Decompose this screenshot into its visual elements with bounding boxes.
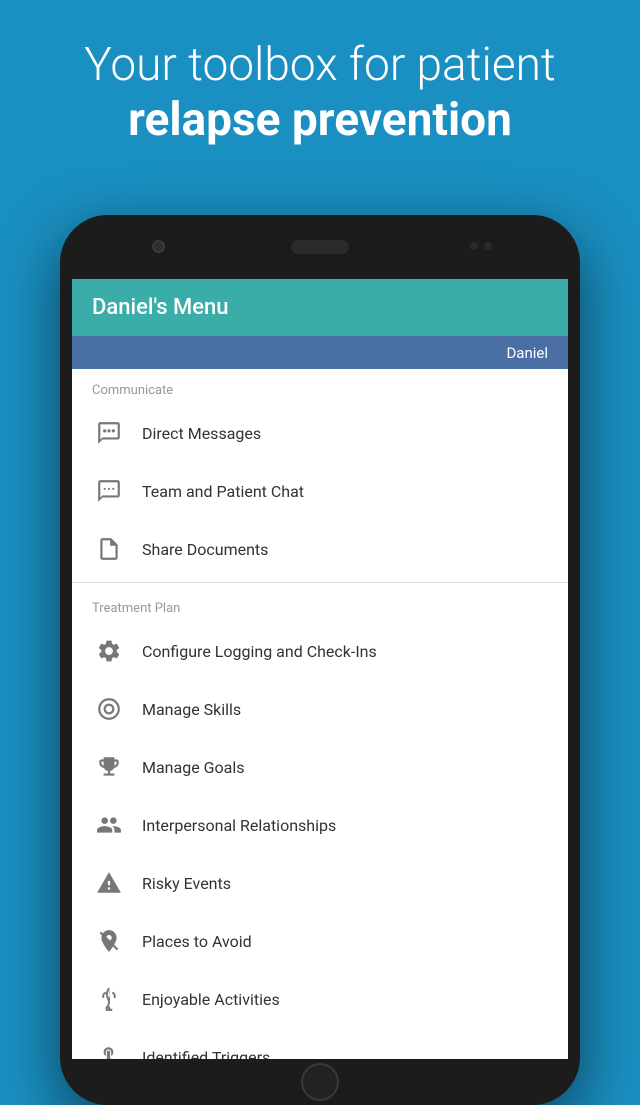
enjoyable-activities-label: Enjoyable Activities [142, 990, 280, 1009]
share-documents-icon [92, 532, 126, 566]
section-divider [72, 582, 568, 583]
menu-content: Communicate Direct Messages [72, 369, 568, 1059]
manage-goals-label: Manage Goals [142, 758, 245, 777]
team-patient-chat-label: Team and Patient Chat [142, 482, 304, 501]
section-header-treatment: Treatment Plan [72, 587, 568, 622]
menu-item-manage-skills[interactable]: Manage Skills [72, 680, 568, 738]
menu-item-manage-goals[interactable]: Manage Goals [72, 738, 568, 796]
section-header-communicate: Communicate [72, 369, 568, 404]
phone-container: Daniel's Menu Daniel Communicate [60, 215, 580, 1105]
share-documents-label: Share Documents [142, 540, 268, 559]
direct-messages-label: Direct Messages [142, 424, 261, 443]
hero-section: Your toolbox for patient relapse prevent… [0, 0, 640, 158]
menu-item-places-to-avoid[interactable]: Places to Avoid [72, 912, 568, 970]
menu-item-configure-logging[interactable]: Configure Logging and Check-Ins [72, 622, 568, 680]
menu-item-direct-messages[interactable]: Direct Messages [72, 404, 568, 462]
manage-skills-label: Manage Skills [142, 700, 241, 719]
menu-item-identified-triggers[interactable]: Identified Triggers [72, 1028, 568, 1059]
menu-item-share-documents[interactable]: Share Documents [72, 520, 568, 578]
team-patient-chat-icon [92, 474, 126, 508]
app-subheader: Daniel [72, 336, 568, 369]
configure-logging-icon [92, 634, 126, 668]
manage-skills-icon [92, 692, 126, 726]
hero-line1: Your toolbox for patient [84, 38, 555, 92]
front-camera [152, 240, 165, 253]
section-communicate: Communicate Direct Messages [72, 369, 568, 578]
menu-item-enjoyable-activities[interactable]: Enjoyable Activities [72, 970, 568, 1028]
speaker-grill [291, 240, 349, 254]
places-to-avoid-label: Places to Avoid [142, 932, 252, 951]
phone-shell: Daniel's Menu Daniel Communicate [60, 215, 580, 1105]
interpersonal-icon [92, 808, 126, 842]
enjoyable-activities-icon [92, 982, 126, 1016]
identified-triggers-icon [92, 1040, 126, 1059]
app-header: Daniel's Menu [72, 279, 568, 336]
direct-messages-icon [92, 416, 126, 450]
username: Daniel [506, 344, 548, 362]
places-to-avoid-icon [92, 924, 126, 958]
menu-item-risky-events[interactable]: Risky Events [72, 854, 568, 912]
phone-top-bar [60, 215, 580, 279]
sensors-area [470, 242, 492, 250]
section-treatment-plan: Treatment Plan Configure Logging and Che… [72, 587, 568, 1059]
hero-title: Your toolbox for patient relapse prevent… [40, 38, 600, 148]
menu-title: Daniel's Menu [92, 295, 548, 320]
menu-item-team-patient-chat[interactable]: Team and Patient Chat [72, 462, 568, 520]
identified-triggers-label: Identified Triggers [142, 1048, 270, 1060]
phone-bottom-bar [60, 1059, 580, 1105]
risky-events-icon [92, 866, 126, 900]
home-button[interactable] [301, 1063, 339, 1101]
interpersonal-label: Interpersonal Relationships [142, 816, 336, 835]
phone-screen: Daniel's Menu Daniel Communicate [72, 279, 568, 1059]
manage-goals-icon [92, 750, 126, 784]
risky-events-label: Risky Events [142, 874, 231, 893]
configure-logging-label: Configure Logging and Check-Ins [142, 642, 377, 661]
hero-line2: relapse prevention [128, 93, 512, 147]
menu-item-interpersonal[interactable]: Interpersonal Relationships [72, 796, 568, 854]
